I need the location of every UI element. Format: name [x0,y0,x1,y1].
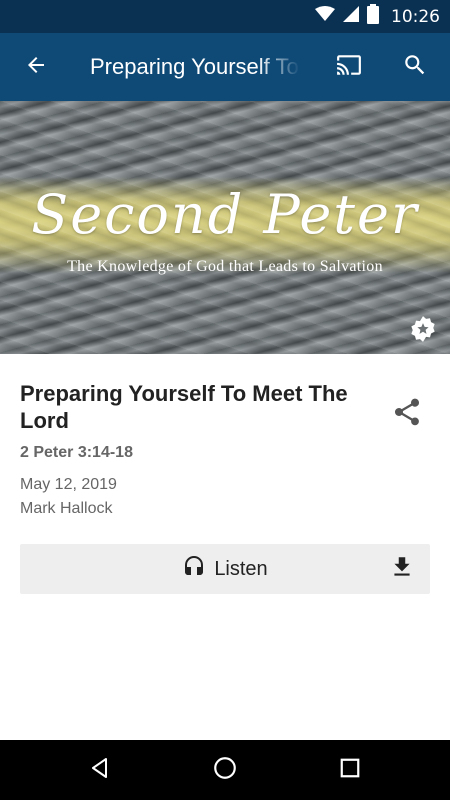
listen-button[interactable]: Listen [20,544,380,594]
wifi-icon [315,6,335,27]
share-icon [391,396,423,433]
nav-back-button[interactable] [76,748,124,792]
status-bar: 10:26 [0,0,450,33]
back-button[interactable] [12,43,60,91]
listen-label: Listen [214,557,268,580]
star-badge-icon [409,315,437,348]
series-title: Second Peter [31,183,419,246]
series-subtitle: The Knowledge of God that Leads to Salva… [67,258,383,275]
recents-square-icon [339,757,361,784]
system-nav-bar [0,740,450,800]
download-button[interactable] [382,549,422,589]
search-button[interactable] [391,43,439,91]
sermon-title: Preparing Yourself To Meet The Lord [20,381,348,433]
sermon-details: Preparing Yourself To Meet The Lord 2 Pe… [20,380,380,518]
scripture-reference: 2 Peter 3:14-18 [20,444,133,461]
app-bar: Preparing Yourself To Meet The Lord [0,33,450,101]
nav-recents-button[interactable] [326,748,374,792]
headphones-icon [182,555,206,584]
search-icon [402,52,428,83]
back-triangle-icon [88,756,112,785]
status-time: 10:26 [391,6,440,27]
sermon-date: May 12, 2019 [20,476,117,493]
speaker-name: Mark Hallock [20,500,113,517]
app-bar-title: Preparing Yourself To Meet The Lord [90,54,300,79]
status-icons: 10:26 [315,0,440,33]
listen-row: Listen [20,544,430,594]
signal-icon [343,6,359,27]
favorite-button[interactable] [406,314,440,348]
share-button[interactable] [385,392,429,436]
cast-icon [334,52,364,83]
download-icon [389,554,415,585]
series-banner: Second Peter The Knowledge of God that L… [0,101,450,354]
back-arrow-icon [24,53,48,82]
battery-icon [367,4,379,29]
home-circle-icon [212,755,238,786]
cast-button[interactable] [325,43,373,91]
nav-home-button[interactable] [201,748,249,792]
